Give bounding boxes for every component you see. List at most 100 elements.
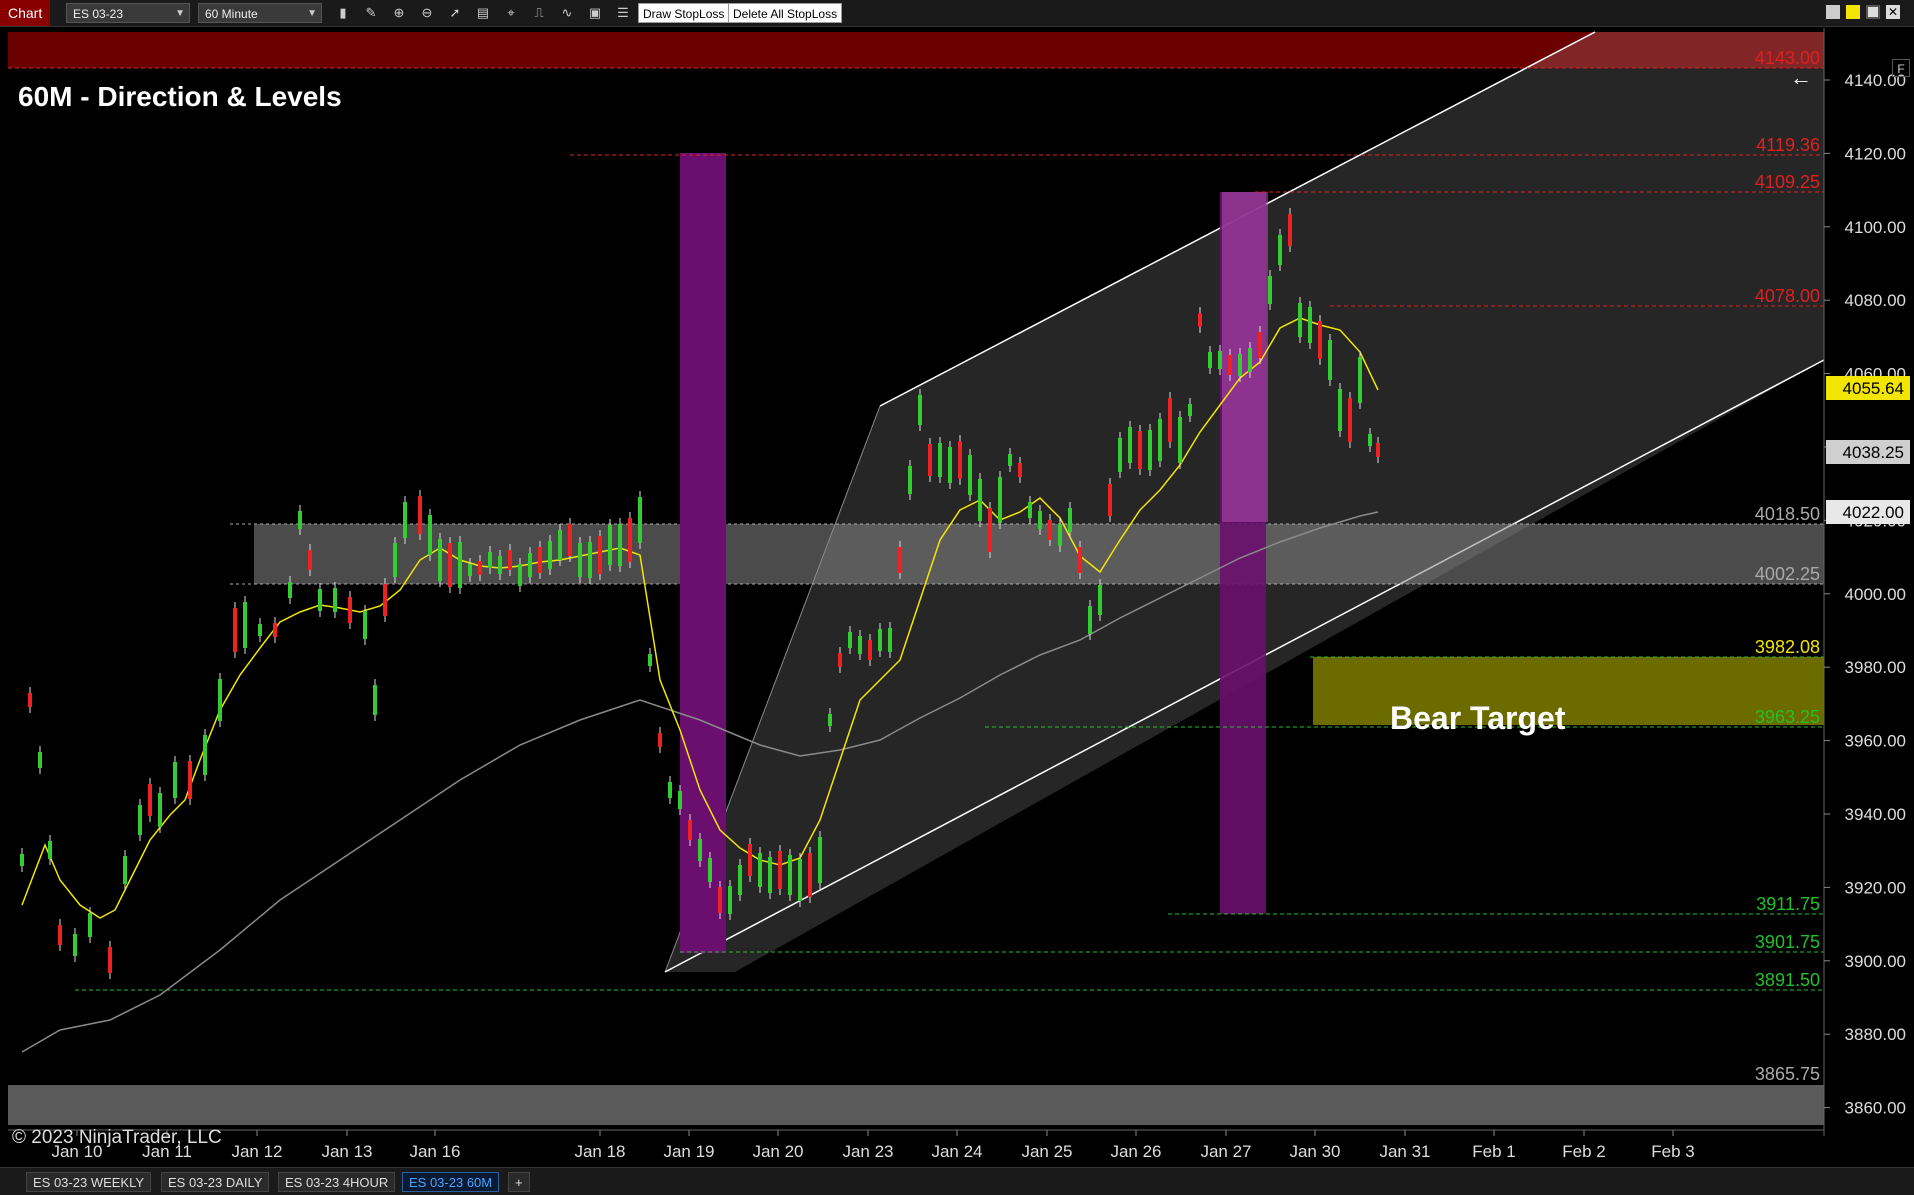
time-tick-label: Feb 1 [1472,1142,1515,1161]
candle-down [448,543,452,587]
candle-down [1376,443,1380,457]
list-icon[interactable]: ☰ [614,4,632,22]
candle-down [508,550,512,570]
candle-down [273,623,277,637]
candle-down [688,820,692,840]
strategies-icon[interactable]: ⎍ [530,4,548,22]
copyright-text: © 2023 NinjaTrader, LLC [12,1127,222,1148]
tab-4hour[interactable]: ES 03-23 4HOUR [278,1172,396,1192]
candle-up [788,855,792,895]
candle-up [728,886,732,914]
instrument-selector[interactable]: ES 03-23 ▼ [66,3,190,23]
price-tick-label: 3880.00 [1845,1025,1906,1044]
candle-up [638,497,642,543]
candle-up [758,853,762,887]
drawing-tool-icon[interactable]: ✎ [362,4,380,22]
delete-all-stoploss-button[interactable]: Delete All StopLoss [728,3,843,23]
interval-selector[interactable]: 60 Minute ▼ [198,3,322,23]
candle-up [393,543,397,577]
candle-down [928,444,932,476]
data-box-icon[interactable]: ▤ [474,4,492,22]
f-button[interactable]: F [1892,59,1910,77]
close-icon[interactable]: ✕ [1886,5,1900,19]
candle-down [958,441,962,479]
draw-stoploss-button[interactable]: Draw StopLoss [638,3,730,23]
crosshair-icon[interactable]: ⌖ [502,4,520,22]
candle-up [608,525,612,565]
maximize-icon[interactable] [1866,5,1880,19]
candle-up [848,632,852,648]
candle-up [1308,307,1312,343]
time-tick-label: Feb 2 [1562,1142,1605,1161]
chevron-down-icon: ▼ [307,8,317,19]
time-tick-label: Jan 19 [663,1142,714,1161]
candle-up [1098,585,1102,615]
candle-up [318,589,322,611]
time-tick-label: Jan 18 [574,1142,625,1161]
interval-value: 60 Minute [205,7,258,21]
arrow-left-icon[interactable]: ← [1790,65,1812,91]
bear-target-label: Bear Target [1390,700,1566,736]
candle-down [58,925,62,945]
price-tick-label: 4080.00 [1845,291,1906,310]
candle-up [888,628,892,652]
tab-60m[interactable]: ES 03-23 60M [402,1172,500,1192]
candle-up [1218,351,1222,369]
level-label-3982: 3982.08 [1755,637,1820,657]
time-tick-label: Feb 3 [1651,1142,1694,1161]
candle-down [1168,398,1172,442]
price-tick-label: 3860.00 [1845,1099,1906,1118]
level-label-4002: 4002.25 [1755,564,1820,584]
zoom-out-icon[interactable]: ⊖ [418,4,436,22]
candle-up [1298,303,1302,337]
price-tick-label: 3920.00 [1845,878,1906,897]
candle-down [148,784,152,816]
candle-up [158,793,162,827]
candle-up [1058,524,1062,546]
candle-down [1288,214,1292,246]
tab-weekly[interactable]: ES 03-23 WEEKLY [26,1172,152,1192]
chart-canvas[interactable]: 4140.004120.004100.004080.004060.004040.… [0,27,1914,1167]
chart-toolbar: Chart ES 03-23 ▼ 60 Minute ▼ ▮ ✎ ⊕ ⊖ ➚ ▤… [0,0,1914,27]
price-chart[interactable]: 4140.004120.004100.004080.004060.004040.… [0,27,1914,1167]
candle-up [1178,417,1182,463]
candle-up [618,524,622,566]
candle-down [1318,321,1322,359]
indicators-icon[interactable]: ∿ [558,4,576,22]
pointer-icon[interactable]: ➚ [446,4,464,22]
level-label-3865: 3865.75 [1755,1064,1820,1084]
chevron-down-icon: ▼ [175,8,185,19]
level-label-3963: 3963.25 [1755,707,1820,727]
candle-up [1008,454,1012,466]
minimize-icon[interactable] [1826,5,1840,19]
candle-up [38,752,42,768]
candle-up [1278,235,1282,265]
candle-down [308,550,312,570]
tab-daily[interactable]: ES 03-23 DAILY [161,1172,270,1192]
candle-up [1038,511,1042,529]
candle-up [1068,508,1072,532]
candle-down [808,853,812,897]
candle-down [988,508,992,552]
candle-down [108,947,112,973]
candle-up [948,447,952,483]
candle-up [258,624,262,636]
chart-tab[interactable]: Chart [0,0,51,26]
always-on-top-icon[interactable] [1846,5,1860,19]
current-price-text: 4055.64 [1843,379,1904,398]
add-tab-button[interactable]: + [508,1172,530,1192]
candle-up [288,582,292,598]
time-ticks-group: Jan 10 Jan 11 Jan 12 Jan 13 Jan 16 Jan 18 Jan … [51,1130,1695,1161]
candle-up [298,511,302,529]
time-tick-label: Jan 12 [231,1142,282,1161]
bar-type-icon[interactable]: ▮ [334,4,352,22]
zoom-in-icon[interactable]: ⊕ [390,4,408,22]
properties-icon[interactable]: ▣ [586,4,604,22]
candle-down [718,887,722,913]
candle-up [588,542,592,578]
candle-up [578,543,582,577]
candle-up [828,714,832,726]
candle-up [1188,404,1192,416]
candle-up [438,539,442,581]
time-tick-label: Jan 30 [1289,1142,1340,1161]
